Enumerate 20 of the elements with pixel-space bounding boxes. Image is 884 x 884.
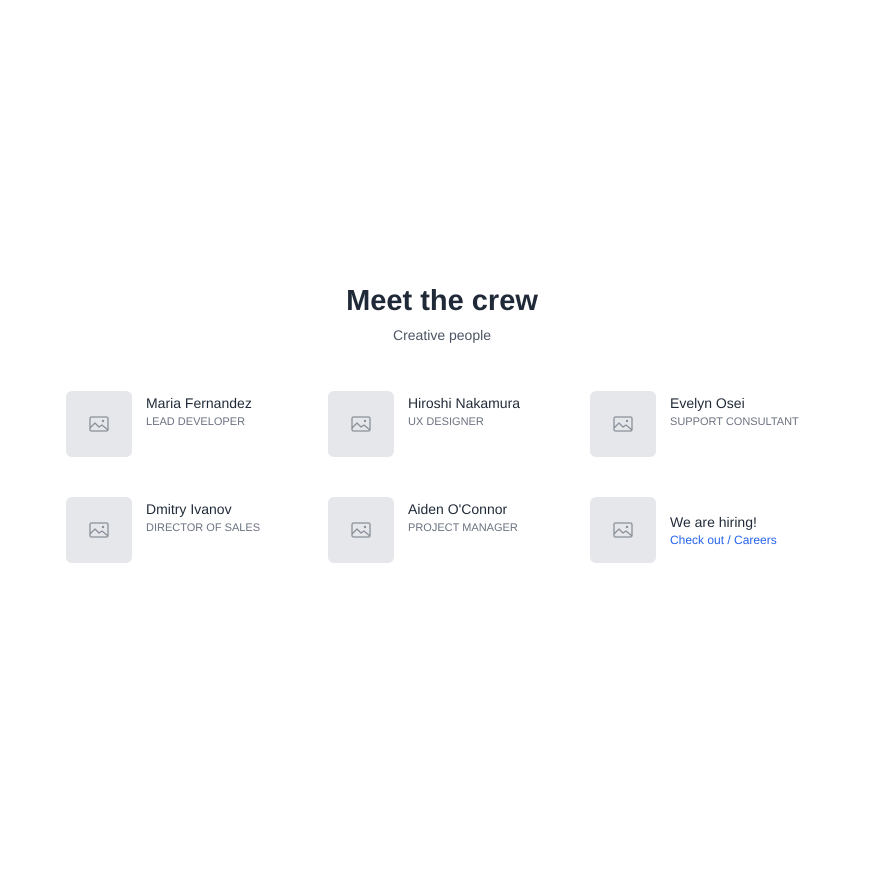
image-icon bbox=[613, 416, 633, 432]
member-role: SUPPORT CONSULTANT bbox=[670, 415, 799, 430]
image-icon bbox=[351, 522, 371, 538]
section-heading: Meet the crew bbox=[346, 284, 538, 319]
member-name: Maria Fernandez bbox=[146, 394, 252, 413]
section-subtitle: Creative people bbox=[392, 326, 492, 345]
member-name: Hiroshi Nakamura bbox=[408, 394, 520, 413]
member-name: Dmitry Ivanov bbox=[146, 500, 233, 519]
member-name: Aiden O'Connor bbox=[408, 500, 508, 519]
image-icon bbox=[613, 522, 633, 538]
hiring-title: We are hiring! bbox=[670, 513, 758, 532]
careers-link[interactable]: Check out / Careers bbox=[670, 532, 777, 548]
member-role: UX DESIGNER bbox=[408, 415, 485, 430]
member-role: DIRECTOR OF SALES bbox=[146, 521, 260, 536]
image-icon bbox=[351, 416, 371, 432]
image-icon bbox=[89, 416, 109, 432]
member-role: LEAD DEVELOPER bbox=[146, 415, 246, 430]
image-icon bbox=[89, 522, 109, 538]
member-name: Evelyn Osei bbox=[670, 394, 746, 413]
member-role: PROJECT MANAGER bbox=[408, 521, 518, 536]
